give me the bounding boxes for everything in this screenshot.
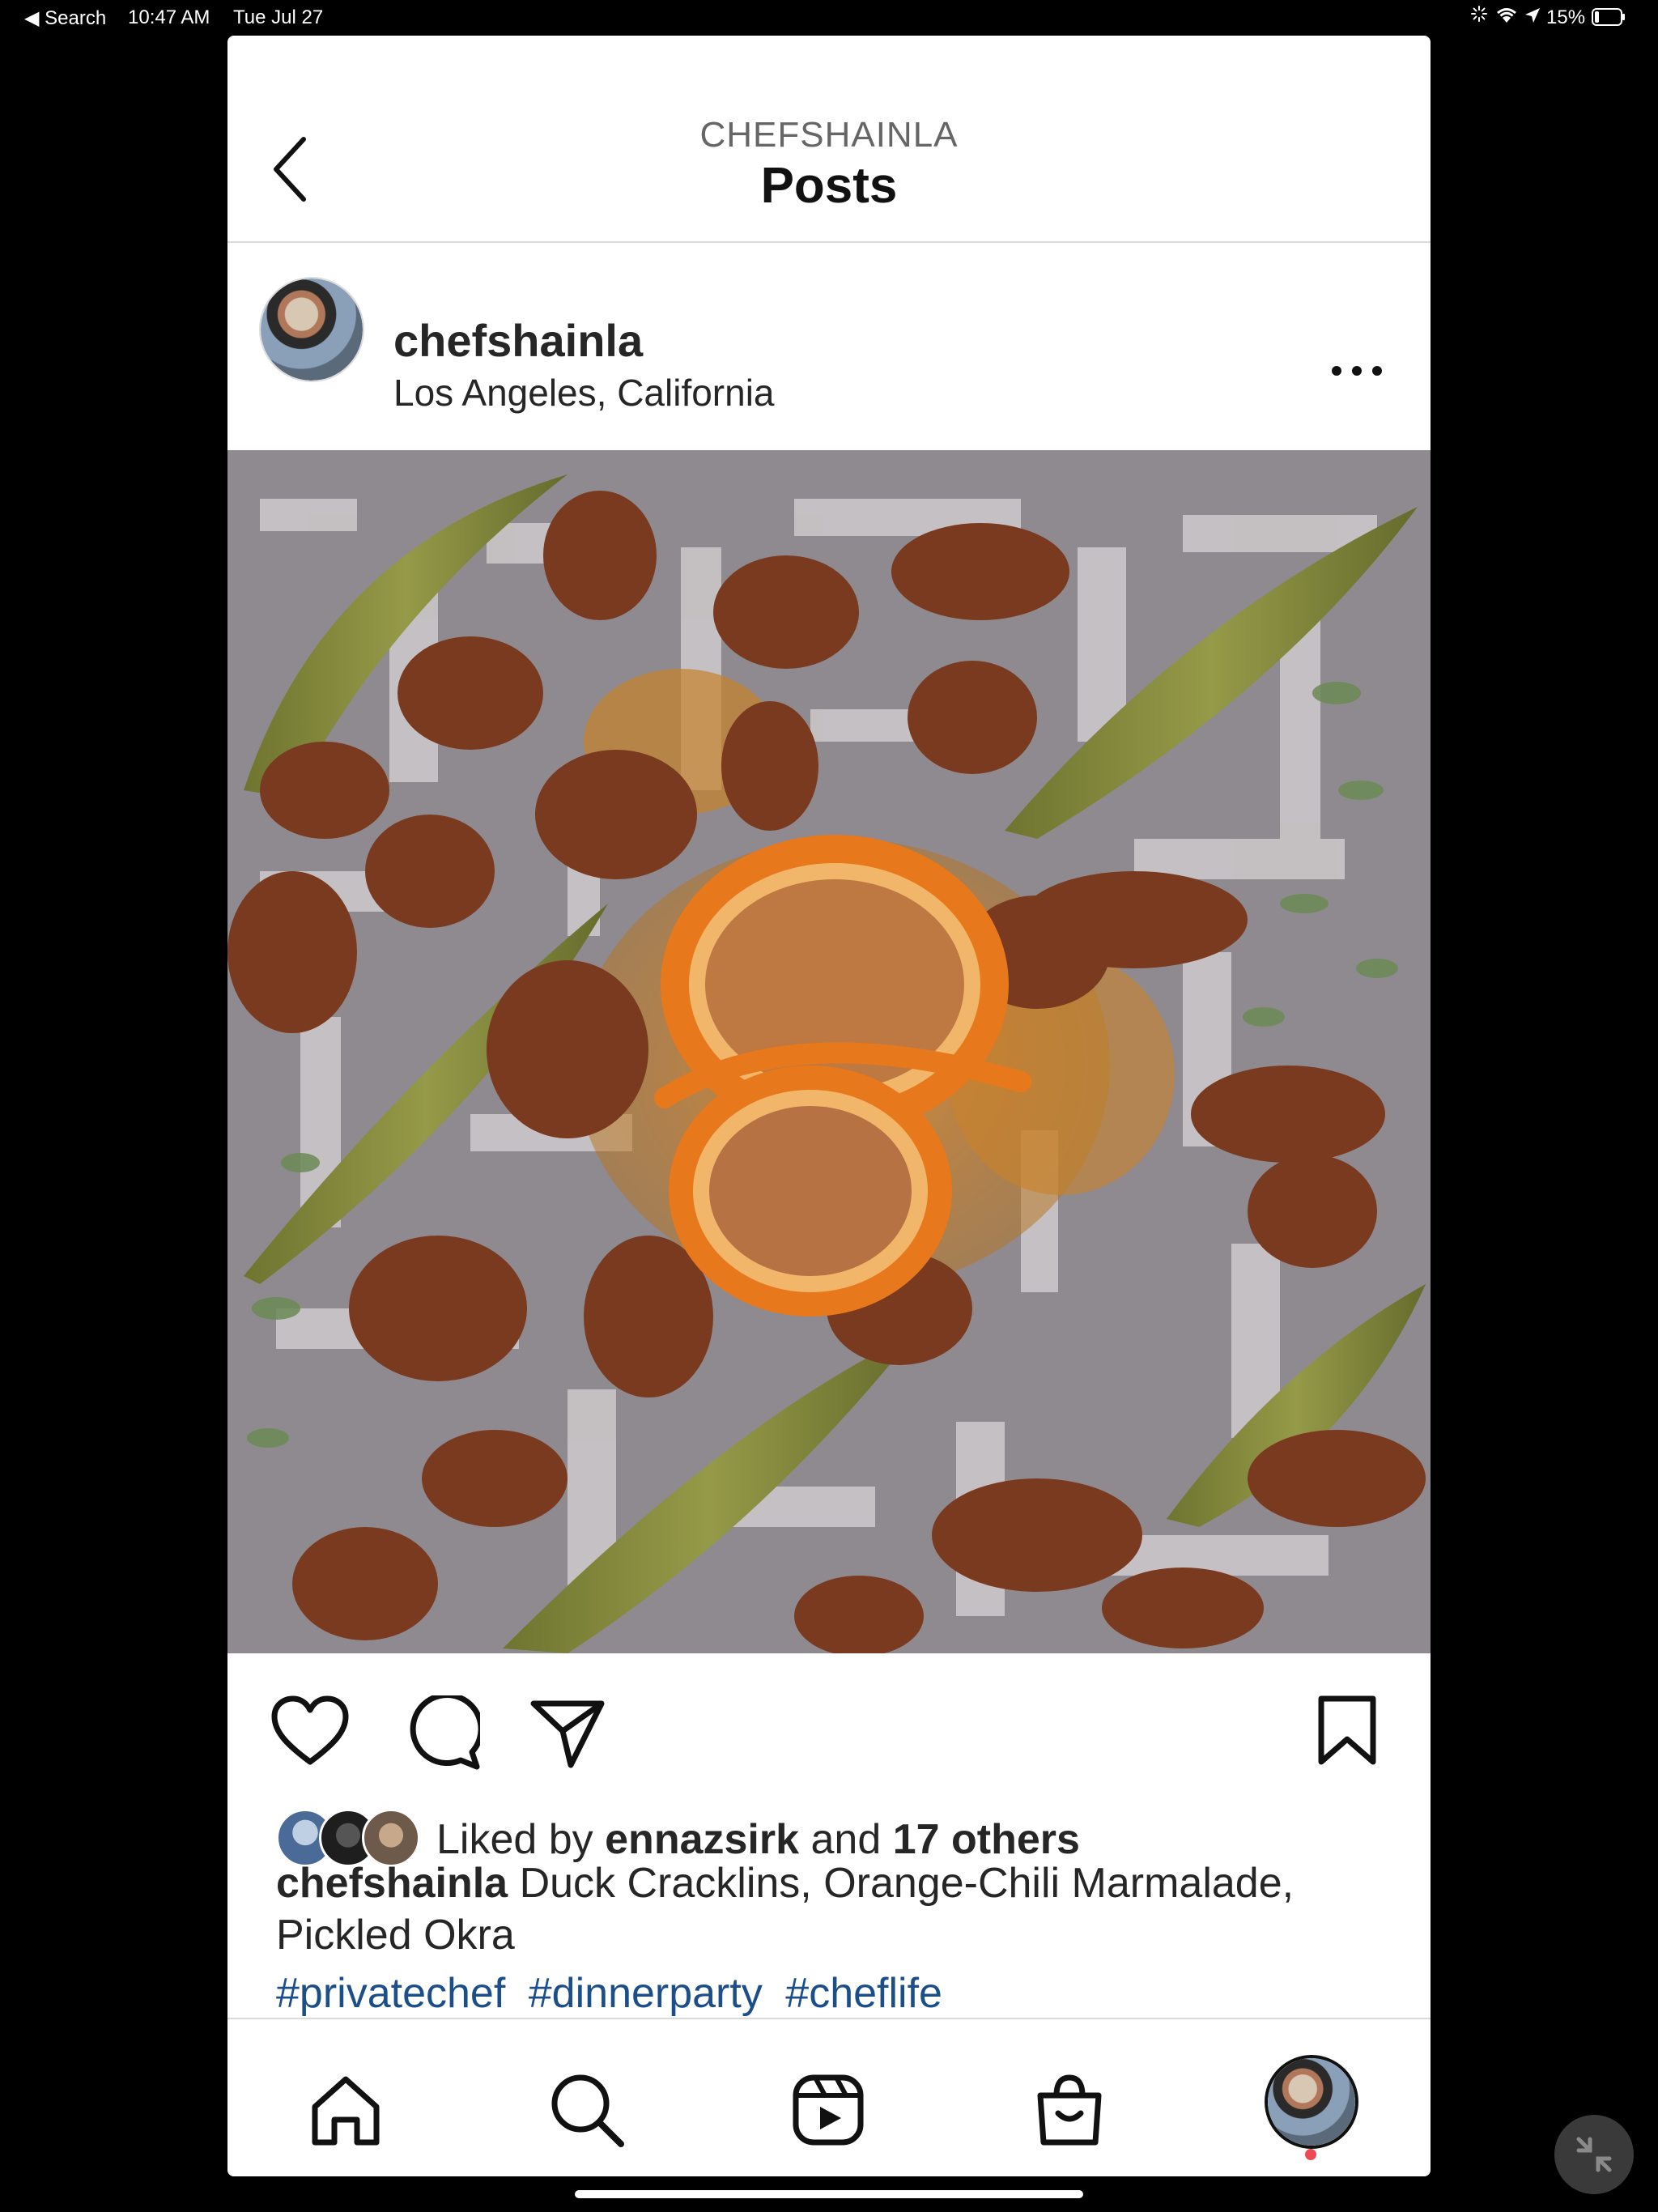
battery-icon	[1592, 8, 1626, 32]
page-title: Posts	[760, 158, 898, 214]
hashtag-link[interactable]: #cheflife	[785, 1970, 942, 2017]
collapse-arrows-icon	[1576, 2137, 1612, 2172]
post-author-username[interactable]: chefshainla	[393, 314, 643, 367]
instagram-app-window: CHEFSHAINLA Posts chefshainla Los Angele…	[227, 36, 1431, 2176]
share-button[interactable]	[529, 1697, 606, 1770]
post-actions-row	[227, 1655, 1431, 1801]
tab-shop[interactable]	[1031, 2071, 1108, 2149]
comment-icon	[410, 1692, 484, 1770]
home-indicator[interactable]	[575, 2190, 1083, 2198]
activity-icon	[1470, 5, 1488, 28]
profile-avatar	[1268, 2058, 1355, 2146]
caption-hashtags: #privatechef #dinnerparty #cheflife	[276, 1969, 954, 2018]
more-horizontal-icon	[1332, 366, 1382, 376]
top-navigation-bar: CHEFSHAINLA Posts	[227, 36, 1431, 243]
post-photo[interactable]	[227, 450, 1431, 1653]
home-icon	[312, 2076, 380, 2146]
liker-username[interactable]: ennazsirk	[605, 1816, 799, 1863]
tab-search[interactable]	[548, 2071, 626, 2149]
reels-icon	[793, 2074, 864, 2146]
like-button[interactable]	[270, 1695, 351, 1768]
bottom-tab-bar	[227, 2018, 1431, 2176]
back-to-search-link[interactable]: ◀ Search	[24, 6, 106, 30]
tab-profile[interactable]	[1265, 2055, 1358, 2149]
likes-and: and	[810, 1816, 882, 1863]
post-header: chefshainla Los Angeles, California	[227, 243, 1431, 449]
post-author-avatar[interactable]	[259, 277, 364, 382]
search-icon	[551, 2074, 624, 2147]
food-photo-illustration	[227, 450, 1431, 1653]
tab-home[interactable]	[307, 2071, 385, 2149]
hashtag-link[interactable]: #privatechef	[276, 1970, 505, 2017]
send-icon	[530, 1700, 605, 1768]
notification-dot	[1305, 2149, 1316, 2160]
hashtag-link[interactable]: #dinnerparty	[529, 1970, 763, 2017]
more-options-button[interactable]	[1329, 363, 1385, 379]
bookmark-icon	[1318, 1695, 1376, 1765]
heart-icon	[271, 1695, 349, 1765]
comment-button[interactable]	[404, 1692, 484, 1772]
likes-summary: Liked by ennazsirk and 17 others	[436, 1815, 1080, 1864]
likes-prefix: Liked by	[436, 1816, 593, 1863]
post-caption: chefshainla Duck Cracklins, Orange-Chili…	[276, 1857, 1393, 1961]
status-date: Tue Jul 27	[233, 6, 324, 28]
status-time: 10:47 AM	[128, 6, 210, 28]
shop-icon	[1037, 2074, 1102, 2146]
status-bar: ◀ Search 10:47 AM Tue Jul 27 15%	[0, 0, 1658, 36]
likes-others-link[interactable]: 17 others	[893, 1816, 1080, 1863]
location-arrow-icon	[1524, 6, 1541, 30]
exit-fullscreen-button[interactable]	[1554, 2115, 1634, 2194]
post-location[interactable]: Los Angeles, California	[393, 371, 775, 415]
tab-reels[interactable]	[789, 2071, 867, 2149]
save-button[interactable]	[1315, 1694, 1380, 1767]
wifi-icon	[1494, 6, 1519, 30]
battery-percent: 15%	[1546, 6, 1586, 28]
profile-username-header: CHEFSHAINLA	[699, 115, 959, 155]
caption-username[interactable]: chefshainla	[276, 1860, 508, 1907]
